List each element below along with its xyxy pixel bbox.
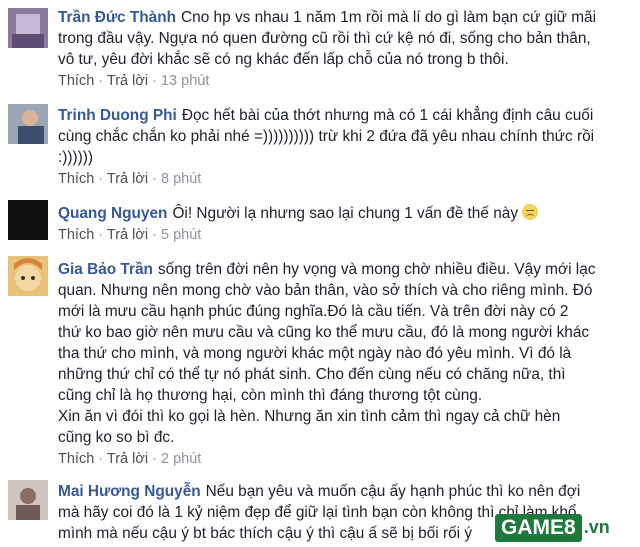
avatar[interactable] (8, 480, 48, 520)
comment-text: trong đầu vậy. Ngựa nó quen đường cũ rồi… (58, 30, 591, 47)
watermark-brand: GAME8 (495, 513, 582, 542)
comment-text: Cno hp vs nhau 1 năm 1m rồi mà lí do gì … (181, 9, 597, 26)
comment-text: vô tư, yêu đời khắc sẽ có ng khác đến lấ… (58, 51, 509, 68)
watermark-domain: .vn (583, 517, 610, 537)
comment-text: thứ ko bao giờ nên mưu cầu và cũng ko th… (58, 324, 590, 341)
comment-text: Xin ăn vì đói thì ko gọi là hèn. Nhưng ă… (58, 408, 561, 425)
commenter-name[interactable]: Quang Nguyen (58, 205, 167, 222)
commenter-name[interactable]: Trinh Duong Phi (58, 107, 177, 124)
avatar[interactable] (8, 8, 48, 48)
like-link[interactable]: Thích (58, 171, 94, 187)
timestamp[interactable]: 5 phút (161, 227, 201, 243)
comment-text: mới là mưu cầu hạnh phúc đúng nghĩa.Đó l… (58, 303, 569, 320)
avatar[interactable] (8, 104, 48, 144)
like-link[interactable]: Thích (58, 73, 94, 89)
comment-text: tha thứ cho mình, và mong người khác một… (58, 345, 572, 362)
site-watermark-logo: GAME8 .vn (495, 508, 640, 547)
comment-text: cũng ko so bì đc. (58, 429, 175, 446)
comment-text: những thứ chỉ có thể tự nó phát sinh. Ch… (58, 366, 566, 383)
avatar[interactable] (8, 200, 48, 240)
commenter-name[interactable]: Trần Đức Thành (58, 9, 176, 26)
like-link[interactable]: Thích (58, 227, 94, 243)
comment-text: quan. Nhưng nên mong chờ vào bản thân, v… (58, 282, 593, 299)
comment-text: mình mà nếu cậu ý bt bác thích cậu ý thì… (58, 525, 473, 542)
avatar[interactable] (8, 256, 48, 296)
reply-link[interactable]: Trả lời (107, 451, 148, 467)
comment-text: :)))))) (58, 149, 94, 166)
comment-text: cũng chỉ là họ thương hại, còn mình thì … (58, 387, 483, 404)
commenter-name[interactable]: Mai Hương Nguyễn (58, 483, 201, 500)
reply-link[interactable]: Trả lời (107, 171, 148, 187)
reply-link[interactable]: Trả lời (107, 73, 148, 89)
comment-text: Nếu bạn yêu và muốn cậu ấy hạnh phúc thì… (205, 483, 581, 500)
commenter-name[interactable]: Gia Bảo Trần (58, 261, 153, 278)
comment-text: Ôi! Người lạ nhưng sao lại chung 1 vấn đ… (172, 205, 519, 222)
timestamp[interactable]: 13 phút (161, 73, 209, 89)
timestamp[interactable]: 8 phút (161, 171, 201, 187)
comment-text: sống trên đời nên hy vọng và mong chờ nh… (157, 261, 596, 278)
timestamp[interactable]: 2 phút (161, 451, 201, 467)
disappointed-face-icon (522, 204, 539, 220)
comment-text: cùng chắc chắn ko phải nhé =)))))))))) t… (58, 128, 595, 145)
reply-link[interactable]: Trả lời (107, 227, 148, 243)
like-link[interactable]: Thích (58, 451, 94, 467)
comment-text: Đọc hết bài của thớt nhưng mà có 1 cái k… (181, 107, 594, 124)
